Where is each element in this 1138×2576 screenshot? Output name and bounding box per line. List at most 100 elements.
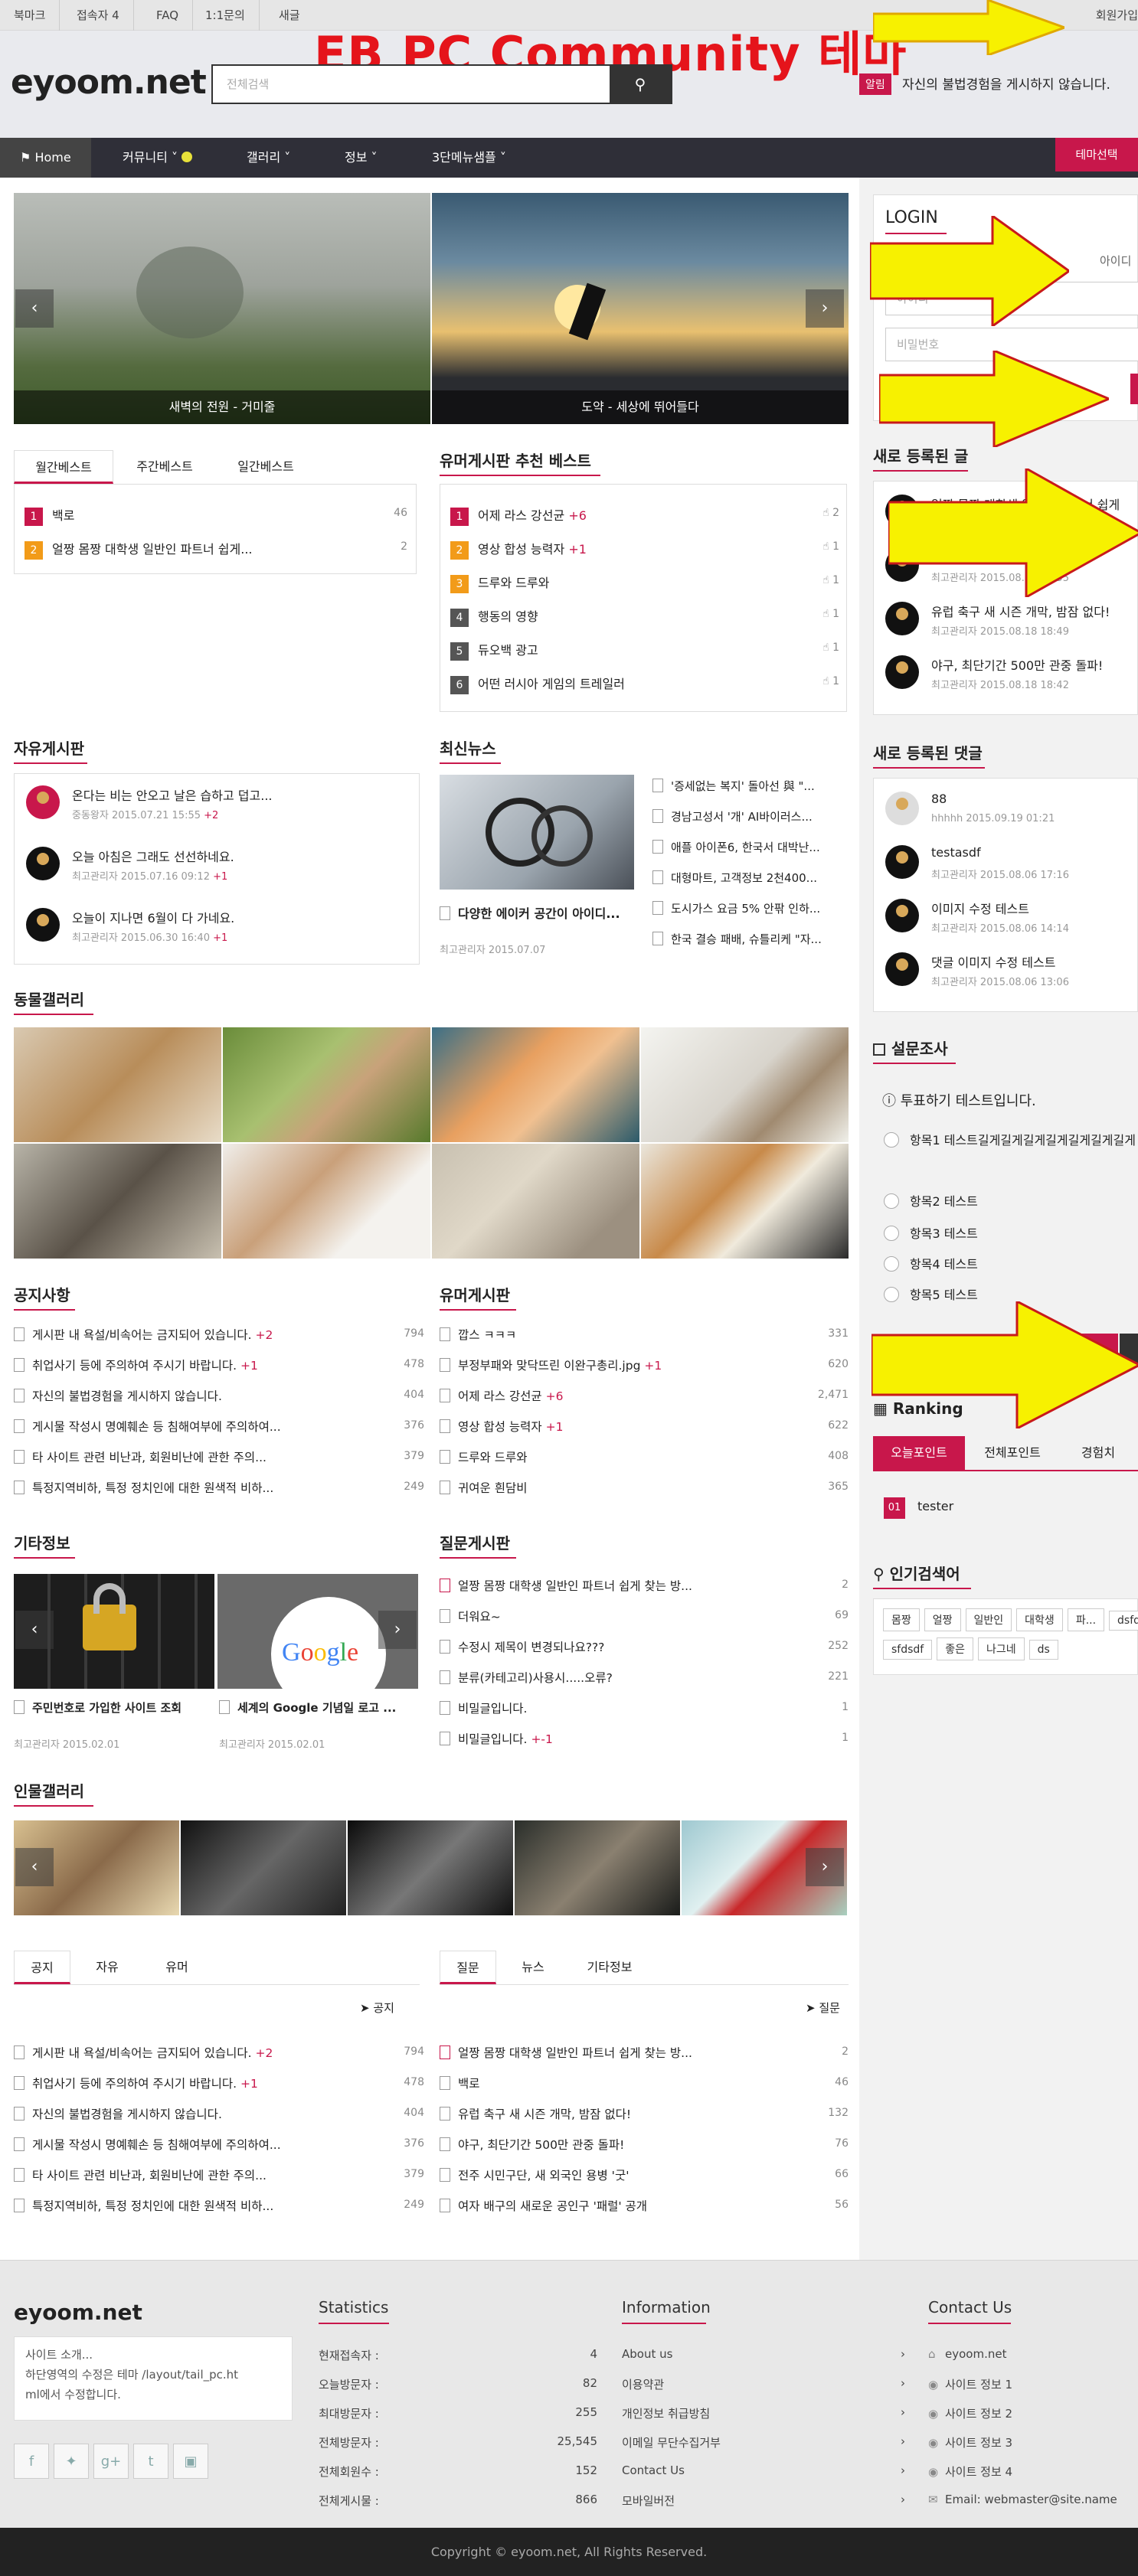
list-item[interactable]: 백로 bbox=[440, 2075, 787, 2091]
facebook-icon[interactable]: f bbox=[14, 2444, 49, 2479]
list-item[interactable]: 여자 배구의 새로운 공인구 '패럴' 공개 bbox=[440, 2197, 787, 2214]
list-item[interactable]: 비밀글입니다. bbox=[440, 1699, 787, 1716]
list-item[interactable]: 취업사기 등에 주의하여 주시기 바랍니다. +1 bbox=[14, 2075, 363, 2091]
gallery-thumbnail[interactable] bbox=[515, 1820, 680, 1915]
list-item[interactable]: 부정부패와 맞닥뜨린 이완구총리.jpg +1 bbox=[440, 1357, 787, 1373]
radio-button[interactable] bbox=[884, 1256, 899, 1272]
keyword-tag[interactable]: ds bbox=[1028, 1640, 1058, 1660]
list-item[interactable]: 2 영상 합성 능력자 +1 bbox=[450, 539, 772, 560]
new-comments-title[interactable]: 새로 등록된 댓글 bbox=[873, 741, 983, 763]
notice-title[interactable]: 공지사항 bbox=[14, 1283, 70, 1305]
gallery-thumbnail[interactable] bbox=[223, 1027, 430, 1142]
qna-title[interactable]: 질문게시판 bbox=[440, 1531, 510, 1553]
notice-ticker[interactable]: 자신의 불법경험을 게시하지 않습니다. bbox=[902, 73, 1110, 93]
search-box[interactable]: 전체검색 ⚲ bbox=[211, 64, 672, 104]
news-main-image[interactable] bbox=[440, 775, 634, 890]
nav-info[interactable]: 정보 ˅ bbox=[325, 138, 397, 178]
new-posts-link[interactable]: 새글 bbox=[265, 0, 314, 31]
visitors-link[interactable]: 접속자 4 bbox=[63, 0, 134, 31]
theme-select-button[interactable]: 테마선택 bbox=[1055, 138, 1138, 171]
list-item[interactable]: 비밀글입니다. +-1 bbox=[440, 1730, 787, 1747]
tab-today-points[interactable]: 오늘포인트 bbox=[873, 1436, 965, 1470]
list-item[interactable]: 타 사이트 관련 비난과, 회원비난에 관한 주의... bbox=[14, 2166, 363, 2183]
gallery-thumbnail[interactable] bbox=[14, 1144, 221, 1259]
radio-button[interactable] bbox=[884, 1287, 899, 1302]
nav-3depth-sample[interactable]: 3단메뉴샘플 ˅ bbox=[412, 138, 526, 178]
list-item[interactable]: 어제 라스 강선균 +6 bbox=[440, 1387, 787, 1404]
footer-info-link[interactable]: 모바일버전 › bbox=[622, 2493, 905, 2509]
poll-option[interactable]: 항목3 테스트 bbox=[884, 1223, 1136, 1242]
gallery-thumbnail[interactable] bbox=[641, 1027, 849, 1142]
list-item[interactable]: 취업사기 등에 주의하여 주시기 바랍니다. +1 bbox=[14, 1357, 363, 1373]
list-item[interactable]: 영상 합성 능력자 +1 bbox=[440, 1418, 787, 1435]
list-item[interactable]: 수정시 제목이 변경되나요??? bbox=[440, 1638, 787, 1655]
etc-next-button[interactable]: › bbox=[378, 1611, 417, 1649]
list-item[interactable]: 자신의 불법경험을 게시하지 않습니다. bbox=[14, 1387, 363, 1404]
tab-experience[interactable]: 경험치 bbox=[1060, 1436, 1136, 1470]
slide-image-1[interactable]: 새벽의 전원 - 거미줄 bbox=[14, 193, 430, 424]
site-logo[interactable]: eyoom.net bbox=[11, 63, 207, 102]
list-item[interactable]: 야구, 최단기간 500만 관중 돌파! bbox=[931, 655, 1138, 674]
search-button[interactable]: ⚲ bbox=[610, 66, 671, 103]
list-item[interactable]: 한국 결승 패배, 슈틀리케 "자... bbox=[652, 931, 847, 947]
keyword-tag[interactable]: 나그네 bbox=[977, 1637, 1025, 1660]
list-item[interactable]: 유럽 축구 새 시즌 개막, 밤잠 없다! bbox=[440, 2105, 787, 2122]
instagram-icon[interactable]: ▣ bbox=[173, 2444, 208, 2479]
keyword-tag[interactable]: 대학생 bbox=[1016, 1608, 1063, 1631]
news-title[interactable]: 최신뉴스 bbox=[440, 736, 496, 759]
tab-monthly-best[interactable]: 월간베스트 bbox=[14, 450, 113, 484]
list-item[interactable]: 게시판 내 욕설/비속어는 금지되어 있습니다. +2 bbox=[14, 2044, 363, 2061]
rank-user[interactable]: tester bbox=[917, 1499, 953, 1513]
list-item[interactable]: 1 어제 라스 강선균 +6 bbox=[450, 505, 772, 526]
list-item[interactable]: 분류(카테고리)사용시.....오류? bbox=[440, 1669, 787, 1686]
tab-news[interactable]: 뉴스 bbox=[499, 1951, 567, 1984]
news-main-title[interactable]: 다양한 에이커 공간이 아이디... bbox=[440, 903, 639, 922]
list-item[interactable]: 유럽 축구 새 시즌 개막, 밤잠 없다! bbox=[931, 602, 1138, 620]
tab-free[interactable]: 자유 bbox=[74, 1951, 141, 1984]
footer-info-link[interactable]: 이용약관 › bbox=[622, 2376, 905, 2392]
keyword-tag[interactable]: 몸짱 bbox=[883, 1608, 920, 1631]
list-item[interactable]: 얼짱 몸짱 대학생 일반인 파트너 쉽게 찾는 방... bbox=[440, 2044, 787, 2061]
slide-image-2[interactable]: 도약 - 세상에 뛰어들다 bbox=[432, 193, 849, 424]
list-item[interactable]: '증세없는 복지' 돌아선 與 "... bbox=[652, 778, 847, 794]
tab-humor[interactable]: 유머 bbox=[142, 1951, 211, 1984]
list-item[interactable]: 깝스 ㅋㅋㅋ bbox=[440, 1326, 787, 1343]
poll-option[interactable]: 항목2 테스트 bbox=[884, 1191, 1136, 1210]
list-item[interactable]: 경남고성서 '개' AI바이러스... bbox=[652, 808, 847, 824]
list-item[interactable]: 오늘이 지나면 6월이 다 가네요. bbox=[72, 908, 409, 926]
etc-info-title[interactable]: 기타정보 bbox=[14, 1531, 70, 1553]
gallery-thumbnail[interactable] bbox=[348, 1820, 513, 1915]
etc-card-title[interactable]: 주민번호로 가입한 사이트 조회 bbox=[14, 1699, 214, 1716]
free-board-title[interactable]: 자유게시판 bbox=[14, 736, 84, 759]
radio-button[interactable] bbox=[884, 1132, 899, 1148]
list-item[interactable]: 온다는 비는 안오고 날은 습하고 덥고... bbox=[72, 785, 409, 804]
inquiry-link[interactable]: 1:1문의 bbox=[191, 0, 260, 31]
footer-info-link[interactable]: About us › bbox=[622, 2347, 905, 2361]
gallery-thumbnail[interactable] bbox=[432, 1027, 639, 1142]
footer-info-link[interactable]: 개인정보 취급방침 › bbox=[622, 2405, 905, 2421]
list-item[interactable]: 자신의 불법경험을 게시하지 않습니다. bbox=[14, 2105, 363, 2122]
animal-gallery-title[interactable]: 동물갤러리 bbox=[14, 988, 84, 1010]
list-item[interactable]: testasdf bbox=[931, 845, 1138, 860]
list-item[interactable]: 게시판 내 욕설/비속어는 금지되어 있습니다. +2 bbox=[14, 1326, 363, 1343]
list-item[interactable]: 2 얼짱 몸짱 대학생 일반인 파트너 쉽게... bbox=[25, 539, 346, 560]
list-item[interactable]: 게시물 작성시 명예훼손 등 침해여부에 주의하여... bbox=[14, 2136, 363, 2153]
tab-notice[interactable]: 공지 bbox=[14, 1951, 70, 1984]
etc-card-title[interactable]: 세계의 Google 기념일 로고 ... bbox=[219, 1699, 420, 1716]
faq-link[interactable]: FAQ bbox=[142, 0, 194, 31]
tab-daily-best[interactable]: 일간베스트 bbox=[216, 450, 316, 484]
keyword-tag[interactable]: sfdsdf bbox=[883, 1640, 933, 1660]
search-input[interactable]: 전체검색 bbox=[227, 66, 269, 103]
radio-button[interactable] bbox=[884, 1226, 899, 1241]
gallery-thumbnail[interactable] bbox=[223, 1144, 430, 1259]
list-item[interactable]: 6 어떤 러시아 게임의 트레일러 bbox=[450, 674, 772, 694]
keyword-tag[interactable]: dsfdsf bbox=[1109, 1611, 1138, 1631]
humor-board-title[interactable]: 유머게시판 bbox=[440, 1283, 510, 1305]
bookmark-link[interactable]: 북마크 bbox=[0, 0, 60, 31]
list-item[interactable]: 특정지역비하, 특정 정치인에 대한 원색적 비하... bbox=[14, 1479, 363, 1496]
list-item[interactable]: 88 bbox=[931, 792, 1138, 806]
list-item[interactable]: 전주 시민구단, 새 외국인 용병 '굿' bbox=[440, 2166, 787, 2183]
new-posts-title[interactable]: 새로 등록된 글 bbox=[873, 444, 968, 466]
popular-keywords-title[interactable]: ⚲ 인기검색어 bbox=[873, 1562, 960, 1584]
list-item[interactable]: 3 드루와 드루와 bbox=[450, 573, 772, 593]
